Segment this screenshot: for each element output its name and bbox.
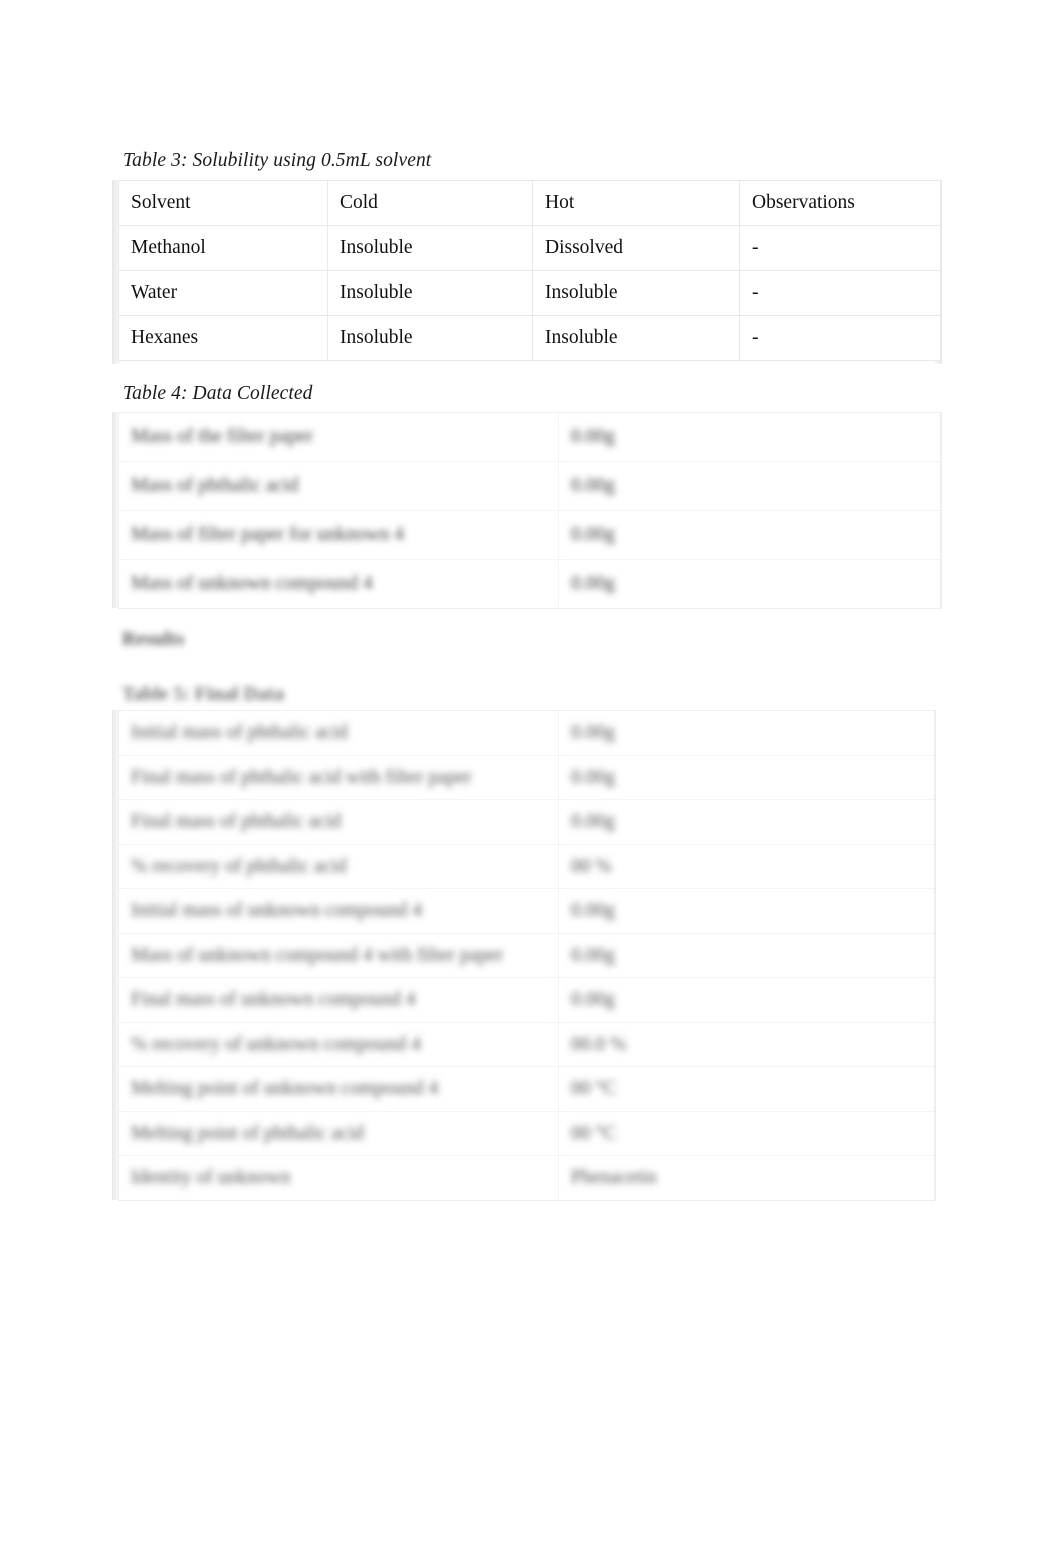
table3-cell-solvent: Hexanes <box>118 315 328 361</box>
table5-value: 0.00g <box>558 888 935 934</box>
table3-cell-cold: Insoluble <box>327 270 533 316</box>
table3-cell-hot: Dissolved <box>532 225 740 271</box>
table3-caption: Table 3: Solubility using 0.5mL solvent <box>123 150 432 171</box>
table-row: Mass of the filter paper 0.00g <box>118 412 941 462</box>
table5-label: Initial mass of phthalic acid <box>118 710 559 756</box>
table3-header-cold: Cold <box>327 180 533 226</box>
table4-label: Mass of filter paper for unknown 4 <box>118 510 559 560</box>
table-row: Initial mass of phthalic acid 0.00g <box>118 710 935 756</box>
table3-cell-solvent: Water <box>118 270 328 316</box>
table-row: Methanol Insoluble Dissolved - <box>118 225 941 271</box>
table5-label: Melting point of phthalic acid <box>118 1110 559 1156</box>
document-page: Table 3: Solubility using 0.5mL solvent … <box>0 0 1062 1556</box>
table3-cell-observations: - <box>739 315 941 361</box>
table4-value: 0.00g <box>558 559 941 609</box>
table4-value: 0.00g <box>558 412 941 462</box>
table-row: Final mass of phthalic acid with filter … <box>118 754 935 800</box>
table3-header-hot: Hot <box>532 180 740 226</box>
table5-label: Final mass of phthalic acid with filter … <box>118 754 559 800</box>
table-row: Mass of unknown compound 4 with filter p… <box>118 932 935 978</box>
table4-value: 0.00g <box>558 461 941 511</box>
table5-value: 0.00g <box>558 710 935 756</box>
table4-value: 0.00g <box>558 510 941 560</box>
table5-label: Final mass of phthalic acid <box>118 799 559 845</box>
table-row: Solvent Cold Hot Observations <box>118 180 941 226</box>
table3: Solvent Cold Hot Observations Methanol I… <box>118 180 941 361</box>
table5-label: % recovery of unknown compound 4 <box>118 1021 559 1067</box>
table3-cell-cold: Insoluble <box>327 315 533 361</box>
table5-value: 00 °C <box>558 1110 935 1156</box>
table-row: % recovery of phthalic acid 00 % <box>118 843 935 889</box>
table4-label: Mass of the filter paper <box>118 412 559 462</box>
table5-value: 0.00g <box>558 799 935 845</box>
table4-label: Mass of unknown compound 4 <box>118 559 559 609</box>
table-row: Initial mass of unknown compound 4 0.00g <box>118 888 935 934</box>
results-heading: Results <box>122 628 185 650</box>
table5-value: 00.0 % <box>558 1021 935 1067</box>
table-row: Mass of filter paper for unknown 4 0.00g <box>118 510 941 560</box>
table5-label: Melting point of unknown compound 4 <box>118 1066 559 1112</box>
table3-header-solvent: Solvent <box>118 180 328 226</box>
table-row: Water Insoluble Insoluble - <box>118 270 941 316</box>
table-row: Identity of unknown Phenacetin <box>118 1155 935 1201</box>
table5-value: 0.00g <box>558 977 935 1023</box>
table-row: Melting point of unknown compound 4 00 °… <box>118 1066 935 1112</box>
table5-label: % recovery of phthalic acid <box>118 843 559 889</box>
table3-cell-observations: - <box>739 270 941 316</box>
table3-cell-solvent: Methanol <box>118 225 328 271</box>
table5-caption: Table 5: Final Data <box>122 684 285 705</box>
table-row: Melting point of phthalic acid 00 °C <box>118 1110 935 1156</box>
table4-label: Mass of phthalic acid <box>118 461 559 511</box>
table3-cell-hot: Insoluble <box>532 315 740 361</box>
table3-cell-hot: Insoluble <box>532 270 740 316</box>
table-row: Mass of unknown compound 4 0.00g <box>118 559 941 609</box>
table3-cell-observations: - <box>739 225 941 271</box>
table4: Mass of the filter paper 0.00g Mass of p… <box>118 412 941 609</box>
table-row: Final mass of unknown compound 4 0.00g <box>118 977 935 1023</box>
table3-header-observations: Observations <box>739 180 941 226</box>
table-row: % recovery of unknown compound 4 00.0 % <box>118 1021 935 1067</box>
table5-label: Initial mass of unknown compound 4 <box>118 888 559 934</box>
table-row: Final mass of phthalic acid 0.00g <box>118 799 935 845</box>
table5-value: 00 °C <box>558 1066 935 1112</box>
table5-value: 00 % <box>558 843 935 889</box>
table5-value: 0.00g <box>558 754 935 800</box>
table5-label: Mass of unknown compound 4 with filter p… <box>118 932 559 978</box>
table-row: Mass of phthalic acid 0.00g <box>118 461 941 511</box>
table5-label: Identity of unknown <box>118 1155 559 1201</box>
table5-value: Phenacetin <box>558 1155 935 1201</box>
table5: Initial mass of phthalic acid 0.00g Fina… <box>118 710 935 1201</box>
table5-value: 0.00g <box>558 932 935 978</box>
table3-cell-cold: Insoluble <box>327 225 533 271</box>
table5-label: Final mass of unknown compound 4 <box>118 977 559 1023</box>
table4-caption: Table 4: Data Collected <box>123 383 313 404</box>
table-row: Hexanes Insoluble Insoluble - <box>118 315 941 361</box>
